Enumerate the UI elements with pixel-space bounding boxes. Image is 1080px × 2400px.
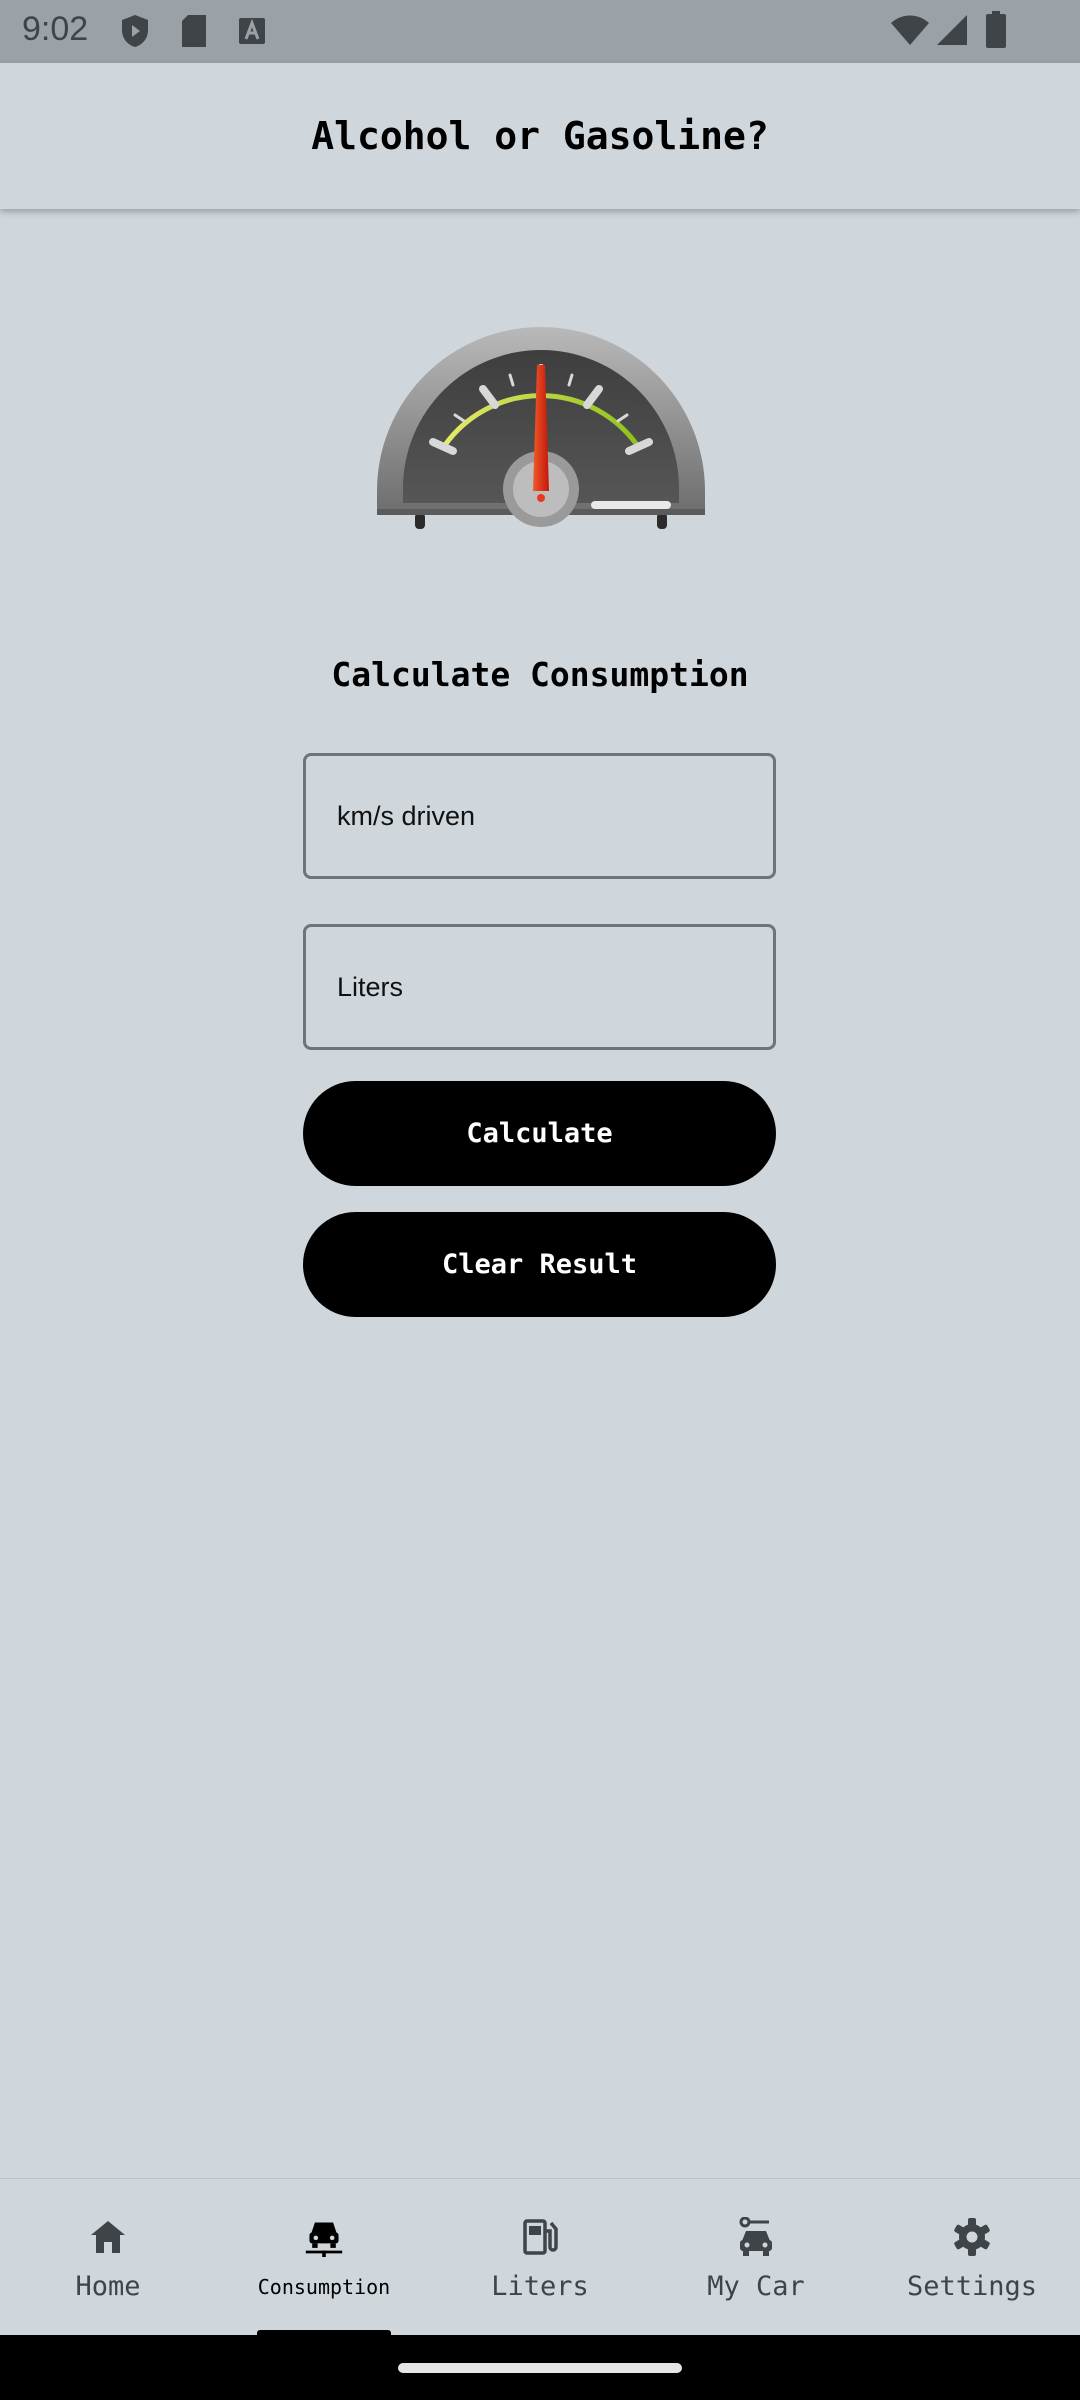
system-navigation-bar [0,2335,1080,2400]
status-time: 9:02 [22,10,89,48]
home-gesture-handle[interactable] [398,2363,682,2373]
car-icon [305,2222,343,2257]
nav-label-home: Home [75,2271,141,2302]
battery-icon [986,11,1006,48]
speedometer-icon [377,327,705,529]
km-driven-input[interactable] [303,753,776,879]
nav-label-consumption: Consumption [257,2275,391,2299]
clear-result-button[interactable]: Clear Result [303,1212,776,1317]
nav-item-home[interactable]: Home [0,2179,216,2336]
app-bar: Alcohol or Gasoline? [0,63,1080,209]
nav-item-my-car[interactable]: My Car [648,2179,864,2336]
signal-icon [937,15,967,45]
nav-item-consumption[interactable]: Consumption [216,2179,432,2336]
shield-play-icon [122,15,148,47]
car-wrench-icon [739,2217,772,2256]
home-icon [91,2221,125,2253]
wifi-icon [891,15,929,45]
section-title: Calculate Consumption [331,655,749,694]
calculate-button[interactable]: Calculate [303,1081,776,1186]
gear-icon [954,2218,990,2256]
text-a-icon [239,18,265,44]
nav-label-liters: Liters [491,2271,589,2302]
app-title: Alcohol or Gasoline? [311,114,769,158]
bottom-navigation: Home Consumption Liters My Car Settings [0,2178,1080,2336]
nav-item-liters[interactable]: Liters [432,2179,648,2336]
nav-label-settings: Settings [906,2271,1038,2302]
sd-card-icon [182,15,206,47]
nav-label-my-car: My Car [707,2271,805,2302]
nav-item-settings[interactable]: Settings [864,2179,1080,2336]
fuel-pump-icon [523,2219,558,2255]
liters-input[interactable] [303,924,776,1050]
status-bar: 9:02 [0,0,1080,63]
